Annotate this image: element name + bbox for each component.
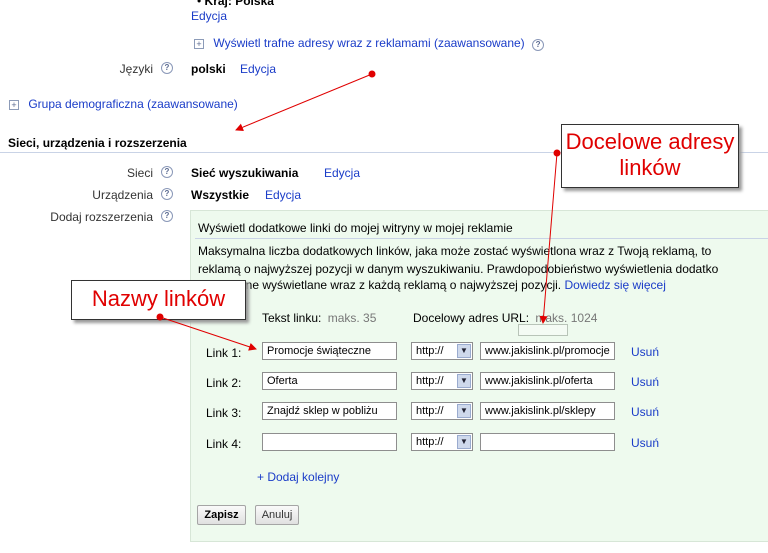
- section-title: Sieci, urządzenia i rozszerzenia: [8, 136, 187, 150]
- link-url-input[interactable]: www.jakislink.pl/sklepy: [480, 402, 615, 420]
- protocol-value: http://: [416, 436, 444, 448]
- chevron-down-icon[interactable]: ▼: [457, 404, 471, 418]
- tooltip-box: [518, 324, 568, 336]
- chevron-down-icon[interactable]: ▼: [457, 435, 471, 449]
- remove-link-button[interactable]: Usuń: [631, 345, 659, 359]
- demographics-row[interactable]: + Grupa demograficzna (zaawansowane): [9, 97, 238, 111]
- link-label: Link 4:: [206, 437, 242, 451]
- protocol-select[interactable]: http:// ▼: [411, 402, 473, 420]
- callout-link-names: Nazwy linków: [71, 280, 246, 320]
- panel-divider: [195, 238, 768, 239]
- country-row: • Kraj: Polska: [197, 0, 274, 8]
- link-label: Link 2:: [206, 376, 242, 390]
- protocol-value: http://: [416, 345, 444, 357]
- sitelinks-checkbox-label[interactable]: Wyświetl dodatkowe linki do mojej witryn…: [198, 221, 513, 235]
- languages-edit-link[interactable]: Edycja: [240, 62, 276, 76]
- link-url-input[interactable]: www.jakislink.pl/promocje: [480, 342, 615, 360]
- expand-plus-icon[interactable]: +: [9, 100, 19, 110]
- col-url-label: Docelowy adres URL:: [413, 311, 530, 325]
- protocol-value: http://: [416, 375, 444, 387]
- chevron-down-icon[interactable]: ▼: [457, 344, 471, 358]
- col-url-max: maks. 1024: [535, 311, 598, 325]
- show-urls-row[interactable]: + Wyświetl trafne adresy wraz z reklamam…: [194, 36, 545, 51]
- link-url-input[interactable]: [480, 433, 615, 451]
- networks-value: Sieć wyszukiwania: [191, 166, 299, 180]
- bullet: •: [197, 0, 202, 8]
- learn-more-link[interactable]: Dowiedz się więcej: [564, 278, 665, 292]
- networks-edit-link[interactable]: Edycja: [324, 166, 360, 180]
- languages-label: Języki: [119, 62, 153, 76]
- col-text-label: Tekst linku:: [262, 311, 322, 325]
- col-link-text-header: Tekst linku: maks. 35: [262, 311, 376, 325]
- col-text-max: maks. 35: [327, 311, 377, 325]
- help-icon[interactable]: ?: [532, 39, 545, 51]
- help-icon[interactable]: ?: [161, 188, 173, 200]
- devices-edit-link[interactable]: Edycja: [265, 188, 301, 202]
- link-text-input[interactable]: Oferta: [262, 372, 397, 390]
- info-line-3-text: one wyświetlane wraz z każdą reklamą o n…: [239, 278, 562, 292]
- demographics-link[interactable]: Grupa demograficzna (zaawansowane): [28, 97, 237, 111]
- remove-link-button[interactable]: Usuń: [631, 405, 659, 419]
- save-button[interactable]: Zapisz: [197, 505, 246, 525]
- link-text-input[interactable]: Promocje świąteczne: [262, 342, 397, 360]
- link-label: Link 3:: [206, 406, 242, 420]
- protocol-select[interactable]: http:// ▼: [411, 342, 473, 360]
- chevron-down-icon[interactable]: ▼: [457, 374, 471, 388]
- expand-plus-icon[interactable]: +: [194, 39, 204, 49]
- add-link-button[interactable]: + Dodaj kolejny: [257, 470, 339, 484]
- extensions-label: Dodaj rozszerzenia: [50, 210, 153, 224]
- col-url-header: Docelowy adres URL: maks. 1024: [413, 311, 597, 325]
- arrow-to-section: [235, 70, 376, 132]
- help-icon[interactable]: ?: [161, 62, 173, 74]
- protocol-select[interactable]: http:// ▼: [411, 372, 473, 390]
- info-line-2: reklamą o najwyższej pozycji w danym wys…: [198, 262, 719, 276]
- callout-target-urls: Docelowe adresy linków: [561, 124, 739, 188]
- info-line-1: Maksymalna liczba dodatkowych linków, ja…: [198, 244, 712, 258]
- show-urls-link[interactable]: Wyświetl trafne adresy wraz z reklamami …: [213, 36, 524, 50]
- help-icon[interactable]: ?: [161, 166, 173, 178]
- devices-label: Urządzenia: [92, 188, 153, 202]
- country-label: Kraj: Polska: [204, 0, 274, 8]
- info-line-3: one wyświetlane wraz z każdą reklamą o n…: [239, 278, 666, 292]
- remove-link-button[interactable]: Usuń: [631, 436, 659, 450]
- link-label: Link 1:: [206, 346, 242, 360]
- devices-value: Wszystkie: [191, 188, 250, 202]
- cancel-button[interactable]: Anuluj: [255, 505, 299, 525]
- remove-link-button[interactable]: Usuń: [631, 375, 659, 389]
- networks-label: Sieci: [126, 166, 153, 180]
- country-edit-link[interactable]: Edycja: [191, 9, 227, 23]
- languages-value: polski: [191, 62, 226, 76]
- link-url-input[interactable]: www.jakislink.pl/oferta: [480, 372, 615, 390]
- link-text-input[interactable]: [262, 433, 397, 451]
- protocol-select[interactable]: http:// ▼: [411, 433, 473, 451]
- help-icon[interactable]: ?: [161, 210, 173, 222]
- protocol-value: http://: [416, 405, 444, 417]
- link-text-input[interactable]: Znajdź sklep w pobliżu: [262, 402, 397, 420]
